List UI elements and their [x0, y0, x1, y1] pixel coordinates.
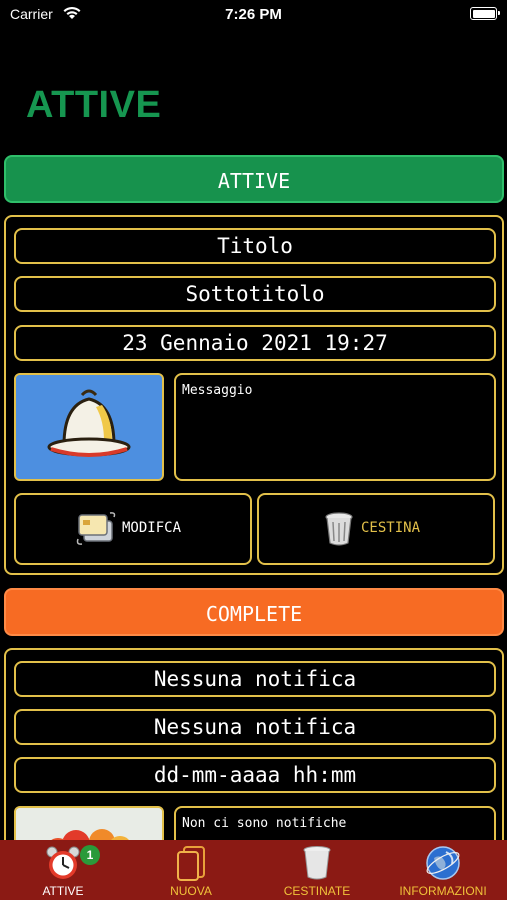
trash-bin-icon — [325, 512, 353, 546]
subtitle-field[interactable]: Sottotitolo — [14, 276, 496, 312]
status-time: 7:26 PM — [225, 6, 282, 23]
tab-label-informazioni: INFORMAZIONI — [399, 884, 487, 898]
section-header-complete[interactable]: COMPLETE — [4, 588, 504, 636]
new-device-icon — [177, 846, 205, 881]
battery-icon — [470, 7, 500, 20]
subtitle-field-complete[interactable]: Nessuna notifica — [14, 709, 496, 745]
tab-bar: 1 ATTIVE NUOVA CESTINATE INFORMAZIONI — [0, 840, 507, 900]
notification-card-active: Titolo Sottotitolo 23 Gennaio 2021 19:27… — [4, 215, 504, 575]
notification-card-complete: Nessuna notifica Nessuna notifica dd-mm-… — [4, 648, 504, 900]
trash-button[interactable]: CESTINA — [257, 493, 495, 565]
tab-attive[interactable]: 1 ATTIVE — [0, 840, 126, 900]
trash-button-label: CESTINA — [361, 520, 421, 536]
tab-cestinate[interactable]: CESTINATE — [254, 840, 380, 900]
edit-card-icon — [76, 512, 116, 545]
edit-button-label: MODIFCA — [122, 520, 182, 536]
tab-label-cestinate: CESTINATE — [283, 884, 351, 898]
status-bar: Carrier 7:26 PM — [0, 0, 507, 30]
alarm-clock-icon — [46, 846, 80, 879]
section-header-active[interactable]: ATTIVE — [4, 155, 504, 203]
notification-image[interactable] — [14, 373, 164, 481]
title-field-complete[interactable]: Nessuna notifica — [14, 661, 496, 697]
globe-icon — [426, 846, 460, 880]
tab-badge: 1 — [80, 845, 100, 865]
datetime-field-complete[interactable]: dd-mm-aaaa hh:mm — [14, 757, 496, 793]
tab-label-attive: ATTIVE — [42, 884, 84, 898]
tab-informazioni[interactable]: INFORMAZIONI — [380, 840, 506, 900]
edit-button[interactable]: MODIFCA — [14, 493, 252, 565]
tab-label-nuova: NUOVA — [170, 884, 212, 898]
page-title: ATTIVE — [26, 84, 162, 126]
trash-icon — [303, 846, 331, 880]
datetime-field[interactable]: 23 Gennaio 2021 19:27 — [14, 325, 496, 361]
tab-nuova[interactable]: NUOVA — [128, 840, 254, 900]
message-field[interactable]: Messaggio — [174, 373, 496, 481]
bell-icon — [16, 375, 162, 479]
title-field[interactable]: Titolo — [14, 228, 496, 264]
